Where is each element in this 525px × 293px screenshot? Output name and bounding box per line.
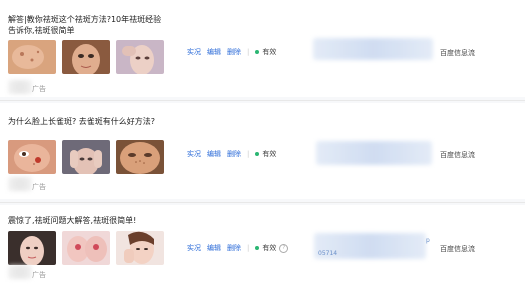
campaign-name[interactable]: 百度信息流 xyxy=(440,150,475,160)
thumbnail-image[interactable] xyxy=(8,140,56,174)
status-dot-icon xyxy=(255,246,260,250)
thumbnail-image[interactable] xyxy=(116,140,164,174)
id-suffix: p xyxy=(426,237,430,244)
ad-thumbnails xyxy=(8,40,164,74)
status-badge: 有效 xyxy=(255,149,276,159)
ad-thumbnails xyxy=(8,140,164,174)
separator: | xyxy=(247,150,250,158)
divider xyxy=(0,202,525,203)
ad-label: 广告 xyxy=(32,85,46,93)
ad-row: 震惊了,祛斑问题大解答,祛斑很简单! 广告 实况 编辑 删除 | 有效? 057… xyxy=(0,205,525,293)
row-actions: 实况 编辑 删除 | 有效 xyxy=(187,149,276,159)
preview-link[interactable]: 实况 xyxy=(187,149,201,159)
campaign-name[interactable]: 百度信息流 xyxy=(440,244,475,254)
ad-thumbnails xyxy=(8,231,164,265)
ad-list: 解答|教你祛斑这个祛斑方法?10年祛斑经验告诉你,祛斑很简单 广告 实况 编辑 … xyxy=(0,0,525,293)
separator: | xyxy=(247,48,250,56)
row-actions: 实况 编辑 删除 | 有效? xyxy=(187,243,289,253)
thumbnail-image[interactable] xyxy=(62,40,110,74)
thumbnail-image[interactable] xyxy=(116,40,164,74)
row-actions: 实况 编辑 删除 | 有效 xyxy=(187,47,276,57)
thumbnail-image[interactable] xyxy=(62,140,110,174)
status-dot-icon xyxy=(255,50,260,54)
edit-link[interactable]: 编辑 xyxy=(207,149,221,159)
ad-title[interactable]: 为什么脸上长雀斑? 去雀斑有什么好方法? xyxy=(8,116,163,127)
delete-link[interactable]: 删除 xyxy=(227,149,241,159)
ad-title[interactable]: 解答|教你祛斑这个祛斑方法?10年祛斑经验告诉你,祛斑很简单 xyxy=(8,14,163,36)
campaign-name[interactable]: 百度信息流 xyxy=(440,48,475,58)
thumbnail-image[interactable] xyxy=(116,231,164,265)
status-text: 有效 xyxy=(262,244,277,252)
status-badge: 有效? xyxy=(255,243,289,253)
status-badge: 有效 xyxy=(255,47,276,57)
thumbnail-image[interactable] xyxy=(8,231,56,265)
status-dot-icon xyxy=(255,152,260,156)
ad-row: 解答|教你祛斑这个祛斑方法?10年祛斑经验告诉你,祛斑很简单 广告 实况 编辑 … xyxy=(0,0,525,97)
delete-link[interactable]: 删除 xyxy=(227,47,241,57)
ad-label: 广告 xyxy=(32,271,46,279)
help-icon[interactable]: ? xyxy=(279,243,289,253)
divider xyxy=(0,100,525,101)
thumbnail-image[interactable] xyxy=(62,231,110,265)
redacted-block xyxy=(316,141,432,165)
separator: | xyxy=(247,244,250,252)
ad-title[interactable]: 震惊了,祛斑问题大解答,祛斑很简单! xyxy=(8,215,163,226)
ad-row: 为什么脸上长雀斑? 去雀斑有什么好方法? 广告 实况 编辑 删除 | 有效 百度… xyxy=(0,103,525,199)
preview-link[interactable]: 实况 xyxy=(187,243,201,253)
id-fragment: 05714 xyxy=(318,250,338,257)
status-text: 有效 xyxy=(262,150,277,158)
edit-link[interactable]: 编辑 xyxy=(207,47,221,57)
edit-link[interactable]: 编辑 xyxy=(207,243,221,253)
status-text: 有效 xyxy=(262,48,277,56)
thumbnail-image[interactable] xyxy=(8,40,56,74)
delete-link[interactable]: 删除 xyxy=(227,243,241,253)
preview-link[interactable]: 实况 xyxy=(187,47,201,57)
ad-label: 广告 xyxy=(32,183,46,191)
redacted-block xyxy=(313,38,433,60)
